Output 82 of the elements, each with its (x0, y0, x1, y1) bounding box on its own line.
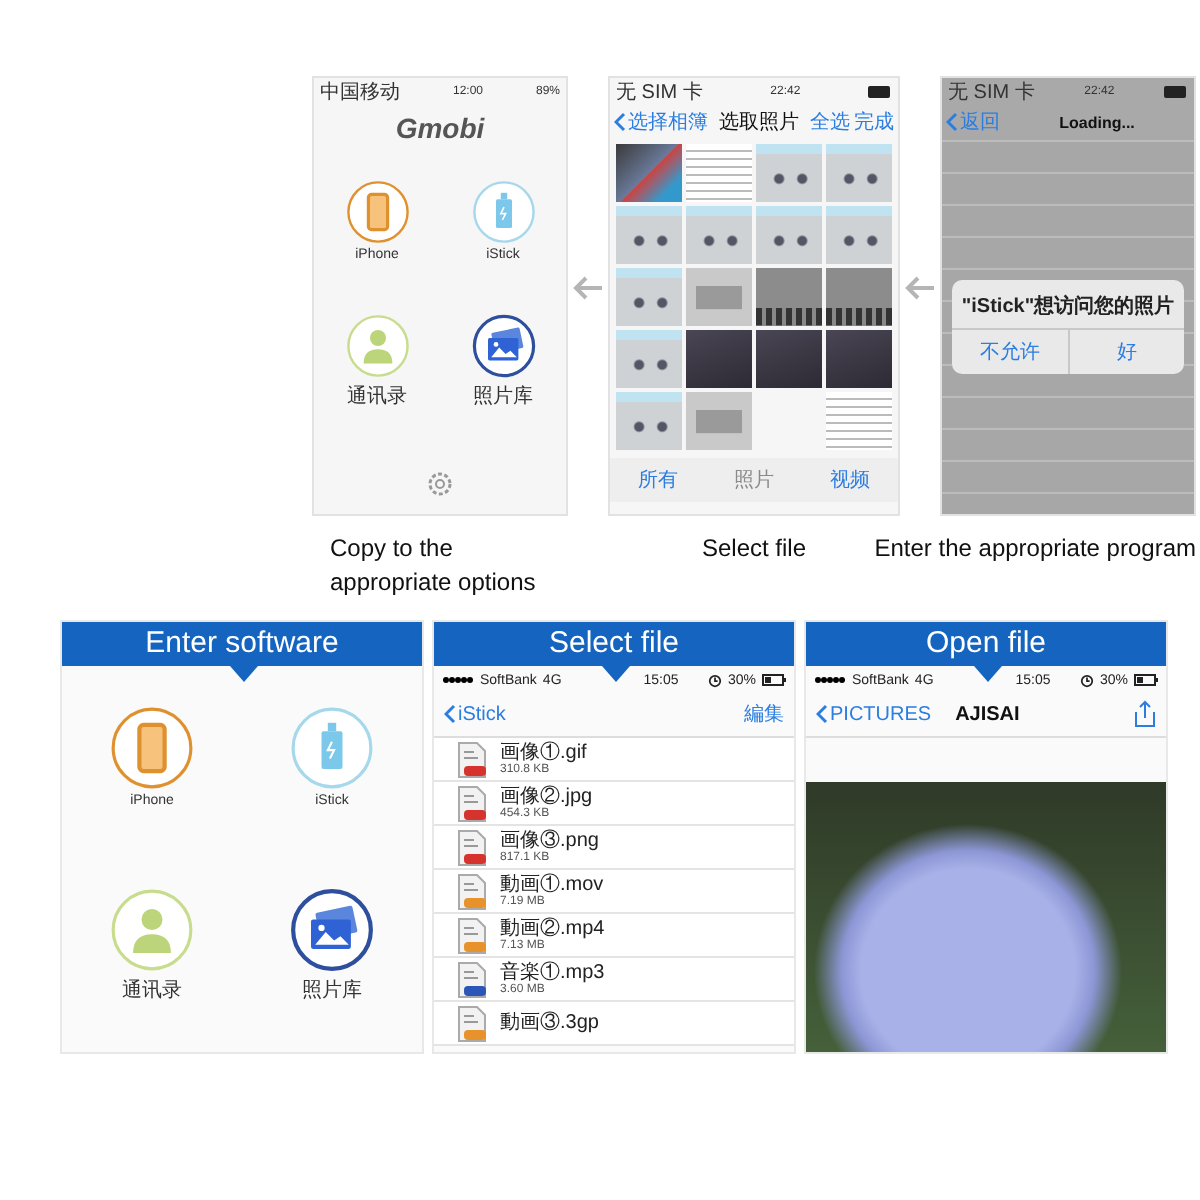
photo-thumbnail[interactable] (826, 392, 892, 450)
phone-icon[interactable] (345, 180, 409, 244)
file-name: 動画③.3gp (500, 1012, 599, 1034)
app-label: 照片库 (473, 383, 533, 410)
file-name: 動画②.mp4 (500, 917, 605, 939)
back-chevron-icon (816, 704, 828, 724)
caption: Enter the appropriate program (874, 532, 1196, 566)
caption: Copy to the appropriate options (330, 532, 538, 600)
alert-button[interactable]: 不允许 (952, 330, 1067, 374)
caption: Select file (701, 532, 807, 566)
carrier-name: 无 SIM 卡 (616, 79, 703, 105)
clock-icon (1079, 673, 1094, 687)
banner-pointer (974, 666, 1002, 682)
person-icon[interactable] (345, 314, 409, 378)
back-button[interactable]: PICTURES (816, 703, 932, 725)
battery-icon (1134, 674, 1158, 686)
battery-icon[interactable] (290, 706, 374, 790)
left-arrow-icon (572, 276, 604, 300)
app-label: 通讯录 (122, 977, 182, 1004)
file-row[interactable]: 動画③.3gp (434, 1002, 794, 1046)
screen-title: Loading... (1057, 113, 1137, 131)
battery-icon (867, 85, 892, 97)
carrier-name: 中国移动 (320, 79, 400, 105)
photo-thumbnail[interactable] (756, 330, 822, 388)
back-button[interactable]: iStick (444, 703, 506, 725)
signal-icon (814, 676, 846, 684)
banner-pointer (230, 666, 258, 682)
screen-title: AJISAI (955, 703, 1020, 725)
battery-icon (1163, 85, 1188, 97)
photo-thumbnail[interactable] (826, 206, 892, 264)
section-banner: Enter software (62, 622, 422, 666)
app-label: 照片库 (302, 977, 362, 1004)
photo-thumbnail[interactable] (616, 392, 682, 450)
tab[interactable]: 所有 (638, 466, 678, 494)
pictures-icon[interactable] (471, 314, 535, 378)
photo-thumbnail[interactable] (686, 144, 752, 202)
banner-pointer (602, 666, 630, 682)
photo-thumbnail[interactable] (686, 268, 752, 326)
photo-thumbnail[interactable] (616, 144, 682, 202)
photo-thumbnail[interactable] (616, 268, 682, 326)
share-icon[interactable] (1134, 700, 1156, 728)
pictures-icon[interactable] (290, 888, 374, 972)
alert-message: "iStick"想访问您的照片 (959, 292, 1177, 322)
battery-icon (762, 674, 786, 686)
screen-title: 选取照片 (717, 109, 801, 136)
signal-icon (442, 676, 474, 684)
app-label: 通讯录 (347, 383, 407, 410)
section-banner: Open file (806, 622, 1166, 666)
battery-icon[interactable] (471, 180, 535, 244)
photo-thumbnail[interactable] (686, 330, 752, 388)
file-name: 音楽①.mp3 (500, 961, 605, 983)
app-logo: Gmobi (395, 112, 485, 144)
photo-thumbnail[interactable] (826, 268, 892, 326)
section-banner: Select file (434, 622, 794, 666)
carrier-name: 无 SIM 卡 (948, 79, 1035, 105)
back-button[interactable]: 选择相簿 (614, 108, 708, 136)
photo-thumbnail[interactable] (616, 330, 682, 388)
back-chevron-icon (614, 112, 626, 132)
nav-action[interactable]: 完成 (854, 108, 894, 136)
left-arrow-icon (904, 276, 936, 300)
file-name: 画像①.gif (500, 741, 587, 763)
back-chevron-icon (444, 704, 456, 724)
person-icon[interactable] (110, 888, 194, 972)
photo-thumbnail[interactable] (826, 144, 892, 202)
photo-thumbnail[interactable] (616, 206, 682, 264)
photo-thumbnail[interactable] (756, 268, 822, 326)
photo-thumbnail[interactable] (756, 206, 822, 264)
alert-button[interactable]: 好 (1067, 330, 1184, 374)
back-chevron-icon (946, 112, 958, 132)
tab[interactable]: 视频 (830, 466, 870, 494)
file-name: 動画①.mov (500, 873, 604, 895)
nav-action[interactable]: 全选 (810, 108, 850, 136)
photo-thumbnail[interactable] (686, 392, 752, 450)
settings-icon[interactable] (426, 470, 454, 498)
clock-icon (707, 673, 722, 687)
file-name: 画像②.jpg (500, 785, 593, 807)
photo-thumbnail[interactable] (826, 330, 892, 388)
file-name: 画像③.png (500, 829, 599, 851)
photo-thumbnail[interactable] (686, 206, 752, 264)
phone-icon[interactable] (110, 706, 194, 790)
edit-button[interactable]: 編集 (744, 700, 784, 728)
photo-thumbnail[interactable] (756, 144, 822, 202)
